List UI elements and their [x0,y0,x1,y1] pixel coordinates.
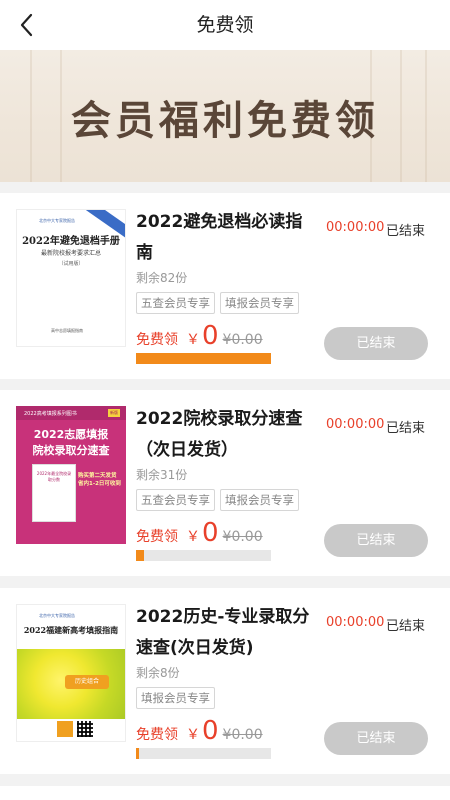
thumb-footer: 高中志愿填报指南 [51,328,83,333]
thumb-line2: 院校录取分速查 [32,444,110,457]
list-item[interactable]: 2022高考填报系列图书 新版 2022志愿填报 院校录取分速查 2022年最全… [0,390,450,576]
list-item[interactable]: 北京中大专家院报告 2022年避免退档手册 最新院校报考要求汇总 （试用版） 高… [0,193,450,379]
progress-fill [136,550,145,561]
thumb-line1: 2022志愿填报 [33,428,109,441]
thumb-publisher: 北京中大专家院报告 [39,613,75,618]
top-bar: 免费领 [0,0,450,50]
original-price: ¥0.00 [222,332,263,348]
thumb-sub: 最新院校报考要求汇总 [40,250,101,257]
currency-symbol: ￥ [186,727,200,743]
item-title[interactable]: 2022避免退档必读指南 [136,207,314,269]
status-text: 已结束 [386,224,426,239]
thumb-inner-text: 2022年最全院校录取分数 [36,471,72,482]
product-thumbnail[interactable]: 北京中大专家院报告 2022年避免退档手册 最新院校报考要求汇总 （试用版） 高… [16,209,126,347]
member-tag: 填报会员专享 [220,292,299,314]
tag-list: 填报会员专享 [136,687,215,709]
currency-symbol: ￥ [186,332,200,348]
status-text: 已结束 [386,421,426,436]
thumb-button: 历史组合 [65,675,109,689]
free-label: 免费领 [136,332,178,348]
product-thumbnail[interactable]: 2022高考填报系列图书 新版 2022志愿填报 院校录取分速查 2022年最全… [16,406,126,544]
price: 0 [202,518,219,548]
member-tag: 填报会员专享 [136,687,215,709]
status-text: 已结束 [386,619,426,634]
list-item-partial [0,786,450,800]
price: 0 [202,716,219,746]
price-row: 免费领 ￥ 0 ¥0.00 [136,518,263,548]
price-row: 免费领 ￥ 0 ¥0.00 [136,716,263,746]
page-title: 免费领 [196,14,254,36]
thumb-sub2: （试用版） [58,261,84,267]
tag-list: 五查会员专享 填报会员专享 [136,489,299,511]
progress-fill [136,748,139,759]
thumb-badge: 新版 [108,409,120,417]
ended-button[interactable]: 已结束 [324,524,428,557]
item-title[interactable]: 2022历史-专业录取分速查(次日发货) [136,602,314,664]
thumb-headline: 2022年避免退档手册 [22,236,120,247]
progress-bar [136,550,271,561]
countdown-timer: 00:00:00 [326,417,385,432]
tag-list: 五查会员专享 填报会员专享 [136,292,299,314]
product-thumbnail[interactable]: 北京中大专家院报告 2022福建新高考填报指南 历史组合 [16,604,126,742]
thumb-inner-book: 2022年最全院校录取分数 [32,464,76,522]
currency-symbol: ￥ [186,529,200,545]
progress-fill [136,353,271,364]
free-label: 免费领 [136,529,178,545]
thumb-promo: 购买第二天发货 省内1-2日可收到 [78,473,121,487]
original-price: ¥0.00 [222,529,263,545]
member-tag: 五查会员专享 [136,292,215,314]
thumb-publisher: 北京中大专家院报告 [39,218,75,223]
banner-title: 会员福利免费领 [71,97,379,144]
original-price: ¥0.00 [222,727,263,743]
countdown-timer: 00:00:00 [326,615,385,630]
price: 0 [202,321,219,351]
ended-button[interactable]: 已结束 [324,327,428,360]
progress-bar [136,748,271,759]
remaining-count: 剩余31份 [136,468,188,482]
banner: 会员福利免费领 [0,50,450,182]
remaining-count: 剩余8份 [136,666,180,680]
item-title[interactable]: 2022院校录取分速查（次日发货） [136,404,314,466]
ended-button[interactable]: 已结束 [324,722,428,755]
countdown-timer: 00:00:00 [326,220,385,235]
list-item[interactable]: 北京中大专家院报告 2022福建新高考填报指南 历史组合 2022历史-专业录取… [0,588,450,774]
thumb-topline: 2022高考填报系列图书 [24,411,77,417]
member-tag: 五查会员专享 [136,489,215,511]
member-tag: 填报会员专享 [220,489,299,511]
thumb-logo [57,721,73,737]
thumb-headline: 2022福建新高考填报指南 [23,625,119,635]
free-label: 免费领 [136,727,178,743]
progress-bar [136,353,271,364]
qr-code-icon [77,721,93,737]
remaining-count: 剩余82份 [136,271,188,285]
price-row: 免费领 ￥ 0 ¥0.00 [136,321,263,351]
